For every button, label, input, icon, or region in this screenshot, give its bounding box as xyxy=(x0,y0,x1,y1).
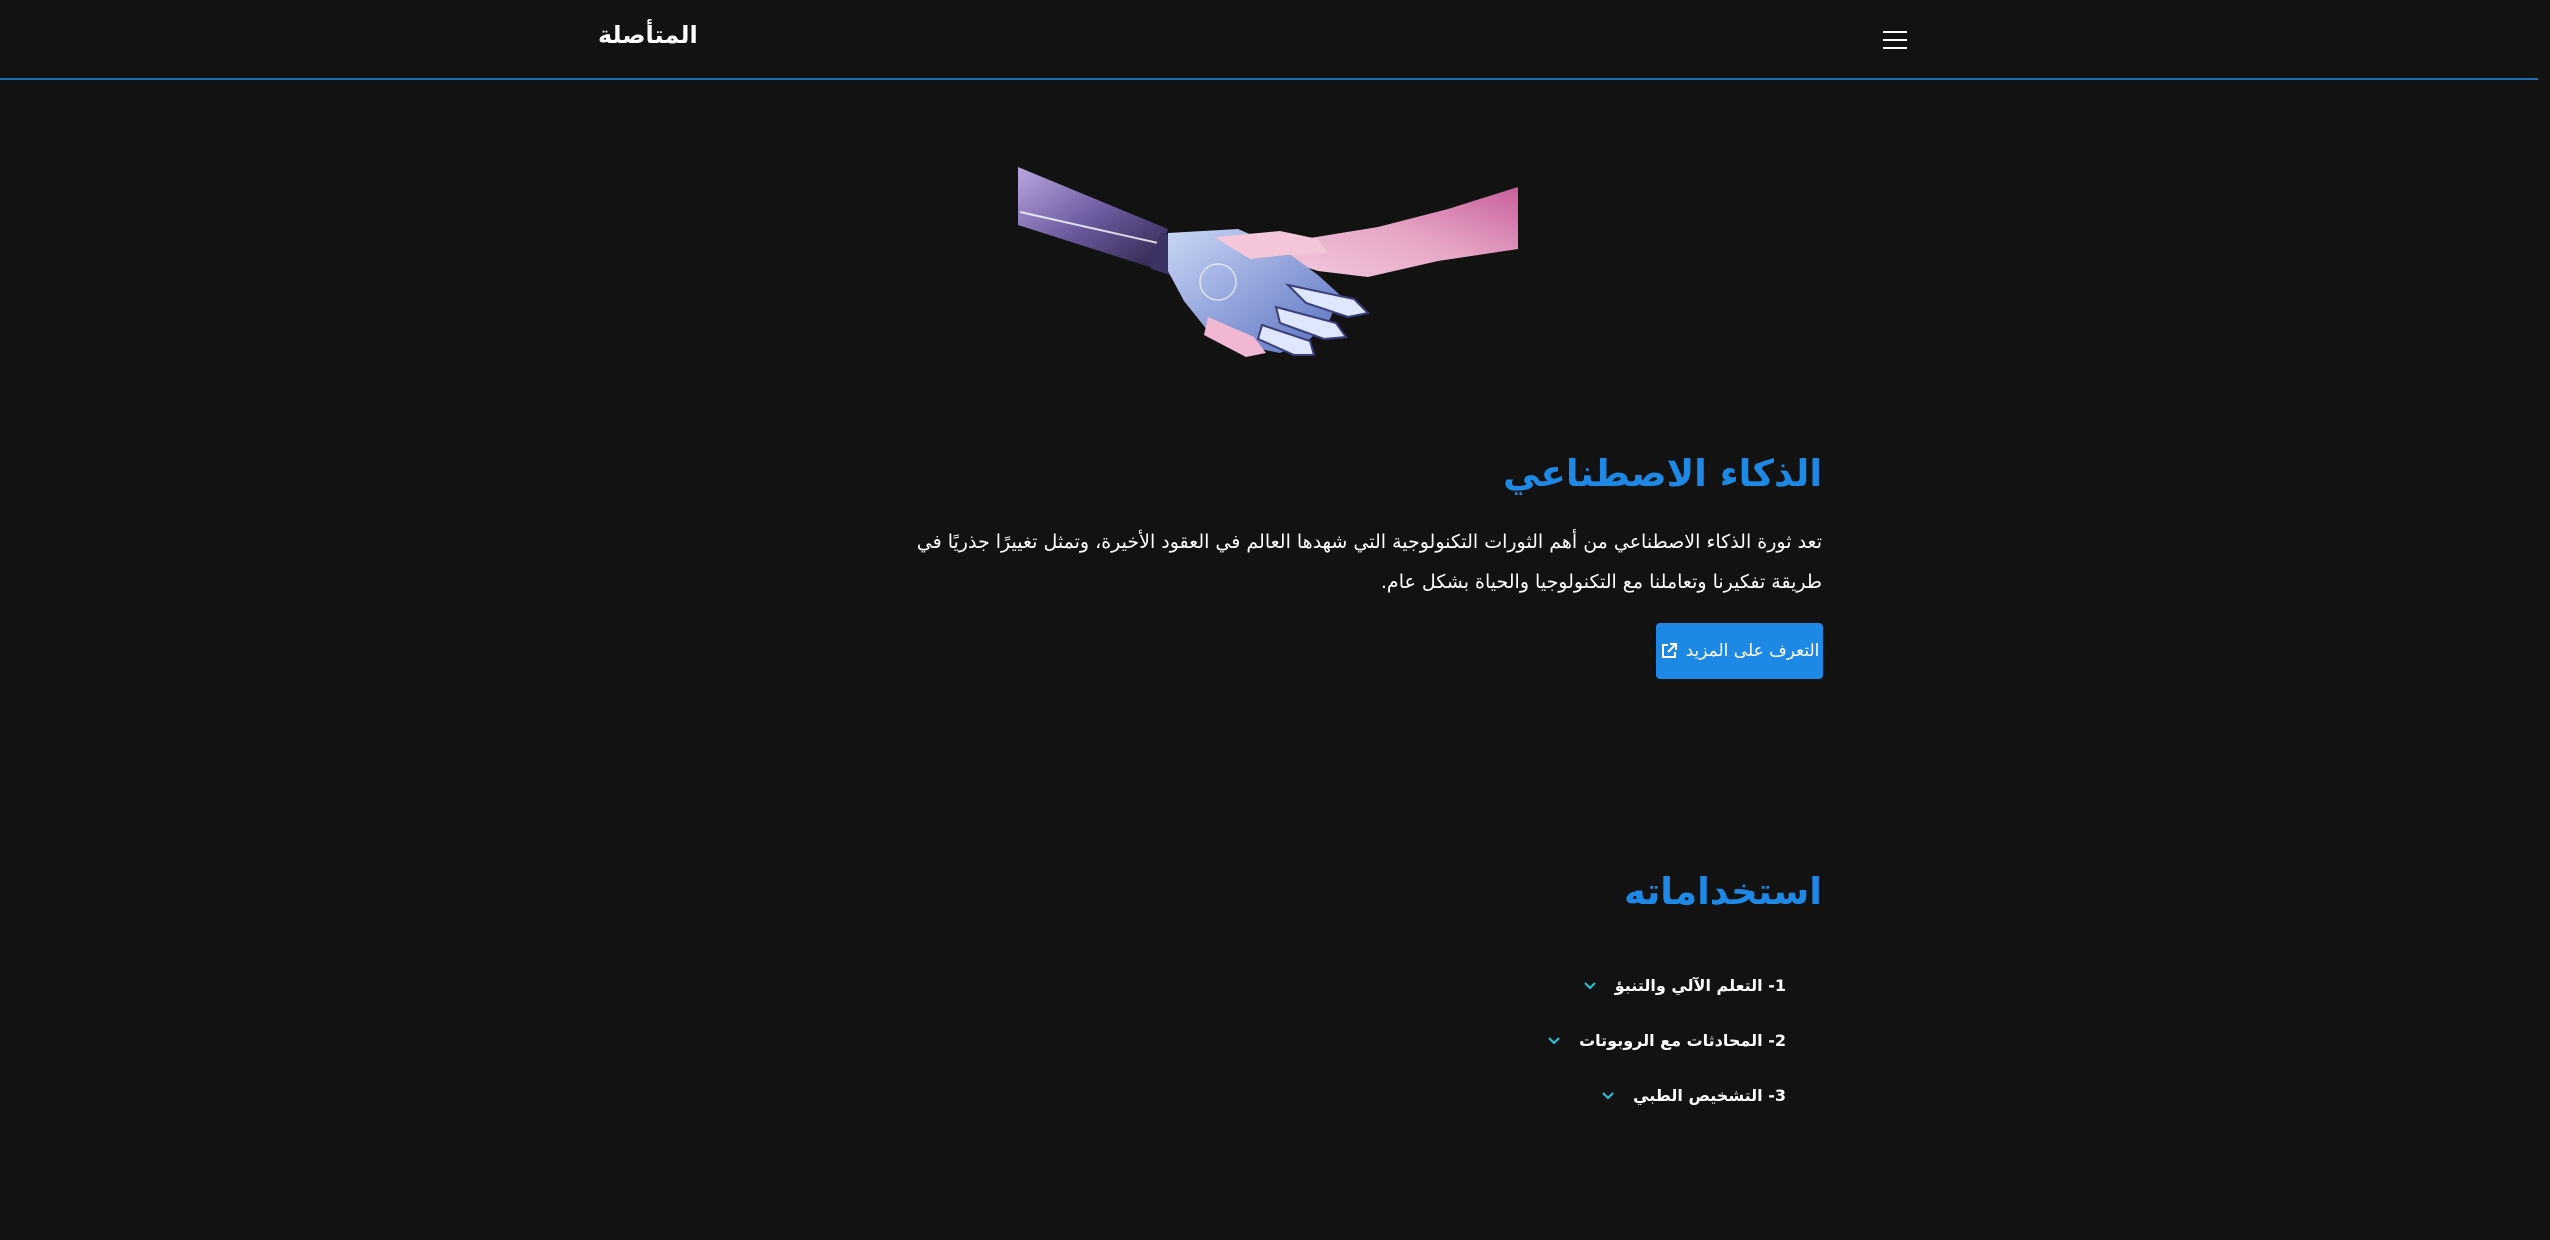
section-title-uses: استخداماته xyxy=(1623,870,1822,913)
learn-more-label: التعرف على المزيد xyxy=(1685,641,1820,661)
robot-human-handshake-image xyxy=(1018,167,1518,357)
accordion-item-label: 1- التعلم الآلي والتنبؤ xyxy=(1614,976,1786,995)
accordion-item-machine-learning[interactable]: 1- التعلم الآلي والتنبؤ xyxy=(1583,976,1786,995)
navbar: المتأصلة xyxy=(0,0,2538,80)
external-link-icon xyxy=(1661,643,1677,658)
section-title-ai: الذكاء الاصطناعي xyxy=(1503,452,1822,495)
page-scrollbar[interactable] xyxy=(2538,0,2550,1240)
accordion-item-medical-diagnosis[interactable]: 3- التشخيص الطبي xyxy=(1601,1086,1786,1105)
chevron-down-icon[interactable] xyxy=(1547,1036,1561,1046)
accordion-item-chatbots[interactable]: 2- المحادثات مع الروبوتات xyxy=(1547,1031,1786,1050)
intro-paragraph: تعد ثورة الذكاء الاصطناعي من أهم الثورات… xyxy=(916,531,1822,593)
chevron-down-icon[interactable] xyxy=(1601,1091,1615,1101)
accordion-item-label: 3- التشخيص الطبي xyxy=(1633,1086,1786,1105)
hamburger-menu-icon[interactable] xyxy=(1879,27,1911,53)
accordion-item-label: 2- المحادثات مع الروبوتات xyxy=(1579,1031,1786,1050)
brand-logo[interactable]: المتأصلة xyxy=(598,21,698,49)
learn-more-button[interactable]: التعرف على المزيد xyxy=(1656,623,1823,679)
chevron-down-icon[interactable] xyxy=(1583,981,1597,991)
